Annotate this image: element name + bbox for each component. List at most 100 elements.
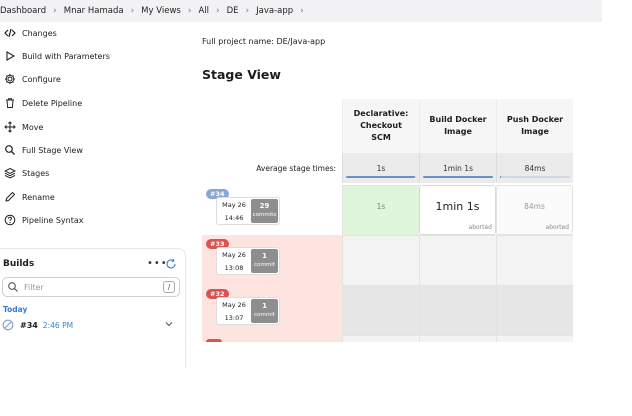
stage-cell-push [496, 285, 573, 335]
build-card[interactable]: May 26 13:07 1 commit [216, 297, 280, 325]
commit-count: 29 [259, 202, 270, 210]
stage-cell-checkout [342, 335, 419, 342]
build-card[interactable]: May 26 13:08 1 commit [216, 247, 280, 275]
chevron-down-icon[interactable] [164, 319, 174, 329]
code-icon [3, 26, 17, 40]
commit-label: commit [254, 312, 275, 318]
breadcrumb-all[interactable]: All [194, 6, 213, 16]
breadcrumb: Dashboard › Mnar Hamada › My Views › All… [0, 0, 602, 22]
build-card[interactable]: May 26 14:46 29 commits [216, 197, 280, 225]
stage-status-aborted: aborted [545, 224, 569, 231]
stage-cell-checkout [342, 285, 419, 335]
aborted-status-icon [2, 319, 14, 331]
avg-progress-track [423, 176, 493, 178]
sidebar-item-changes[interactable]: Changes [0, 24, 57, 42]
sidebar-item-label: Stages [22, 168, 50, 178]
stage-duration: 1min 1s [435, 200, 480, 213]
build-time: 14:46 [224, 214, 244, 222]
sidebar-item-build-with-parameters[interactable]: Build with Parameters [0, 47, 110, 65]
chevron-right-icon: › [53, 6, 57, 16]
refresh-icon[interactable] [165, 258, 177, 270]
avg-progress-fill [346, 176, 415, 178]
build-row-33: #33 May 26 13:08 1 commit [202, 235, 574, 285]
builds-title: Builds [3, 259, 35, 269]
stage-view-title: Stage View [202, 67, 281, 82]
full-project-name: Full project name: DE/Java-app [202, 37, 326, 46]
stage-status-aborted: aborted [468, 224, 492, 231]
builds-filter: / [2, 277, 180, 297]
build-number[interactable]: #34 [20, 321, 38, 330]
commit-count: 1 [262, 252, 267, 260]
sidebar-item-full-stage-view[interactable]: Full Stage View [0, 141, 83, 159]
stage-header-build: Build Docker Image [419, 99, 496, 153]
filter-shortcut-key: / [163, 281, 175, 293]
build-row-partial [202, 335, 574, 342]
commits-badge[interactable]: 29 commits [251, 199, 278, 223]
builds-filter-input[interactable] [24, 282, 154, 292]
build-row-32: #32 May 26 13:07 1 commit [202, 285, 574, 335]
avg-progress-track [346, 176, 416, 178]
sidebar: Changes Build with Parameters Configure … [0, 22, 188, 368]
build-time: 13:08 [224, 264, 244, 272]
avg-time-value: 1min 1s [443, 163, 473, 173]
chevron-right-icon: › [245, 6, 250, 16]
avg-time-value: 1s [376, 163, 386, 173]
chevron-right-icon: › [300, 6, 304, 16]
commits-badge[interactable]: 1 commit [251, 299, 278, 323]
stage-cell-build [419, 235, 496, 285]
chevron-right-icon: › [130, 6, 135, 16]
build-date: May 26 [222, 251, 246, 259]
avg-time-value: 84ms [524, 163, 546, 173]
avg-time-build: 1min 1s [419, 153, 496, 183]
build-date: May 26 [222, 301, 246, 309]
avg-time-push: 84ms [496, 153, 573, 183]
stage-header-checkout: Declarative: Checkout SCM [342, 99, 419, 153]
pencil-icon [3, 190, 17, 204]
sidebar-item-label: Changes [22, 28, 57, 38]
chevron-right-icon: › [216, 6, 220, 16]
builds-panel: Builds ••• / Today #34 2:46 PM [0, 248, 186, 368]
stage-cell-push[interactable]: 84ms aborted [496, 185, 573, 235]
build-date: May 26 [222, 201, 246, 209]
sidebar-item-rename[interactable]: Rename [0, 188, 55, 206]
commits-badge[interactable]: 1 commit [251, 249, 278, 273]
sidebar-item-pipeline-syntax[interactable]: Pipeline Syntax [0, 211, 84, 229]
sidebar-item-configure[interactable]: Configure [0, 70, 61, 88]
trash-icon [3, 96, 17, 110]
commit-label: commit [254, 262, 275, 268]
stage-cell-checkout [342, 235, 419, 285]
sidebar-item-label: Pipeline Syntax [22, 215, 84, 225]
search-icon [8, 282, 18, 292]
sidebar-item-label: Build with Parameters [22, 51, 110, 61]
breadcrumb-folder[interactable]: DE [223, 6, 243, 16]
stage-cell-build[interactable]: 1min 1s aborted [419, 185, 496, 235]
gear-icon [3, 72, 17, 86]
avg-progress-track [500, 176, 570, 178]
sidebar-item-label: Full Stage View [22, 145, 83, 155]
avg-time-checkout: 1s [342, 153, 419, 183]
sidebar-item-label: Configure [22, 74, 61, 84]
breadcrumb-my-views[interactable]: My Views [137, 6, 185, 16]
stage-header-push: Push Docker Image [496, 99, 573, 153]
breadcrumb-dashboard[interactable]: Dashboard [0, 6, 50, 16]
layers-icon [3, 166, 17, 180]
builds-group-label: Today [3, 305, 28, 314]
stage-duration: 84ms [524, 202, 545, 211]
sidebar-item-move[interactable]: Move [0, 118, 43, 136]
sidebar-item-delete-pipeline[interactable]: Delete Pipeline [0, 94, 82, 112]
avg-progress-fill [500, 176, 502, 178]
avg-progress-fill [423, 176, 493, 178]
sidebar-item-label: Rename [22, 192, 55, 202]
breadcrumb-user[interactable]: Mnar Hamada [60, 6, 128, 16]
sidebar-item-label: Move [22, 122, 44, 132]
stage-cell-checkout[interactable]: 1s [342, 185, 419, 235]
play-icon [3, 49, 17, 63]
build-row[interactable]: #34 2:46 PM [2, 317, 180, 333]
sidebar-item-stages[interactable]: Stages [0, 164, 49, 182]
move-icon [3, 120, 17, 134]
build-info-cell [202, 335, 342, 342]
build-time: 2:46 PM [42, 320, 74, 330]
average-stage-times-label: Average stage times: [256, 163, 336, 173]
build-badge[interactable] [206, 339, 222, 342]
breadcrumb-project[interactable]: Java-app [252, 6, 297, 16]
